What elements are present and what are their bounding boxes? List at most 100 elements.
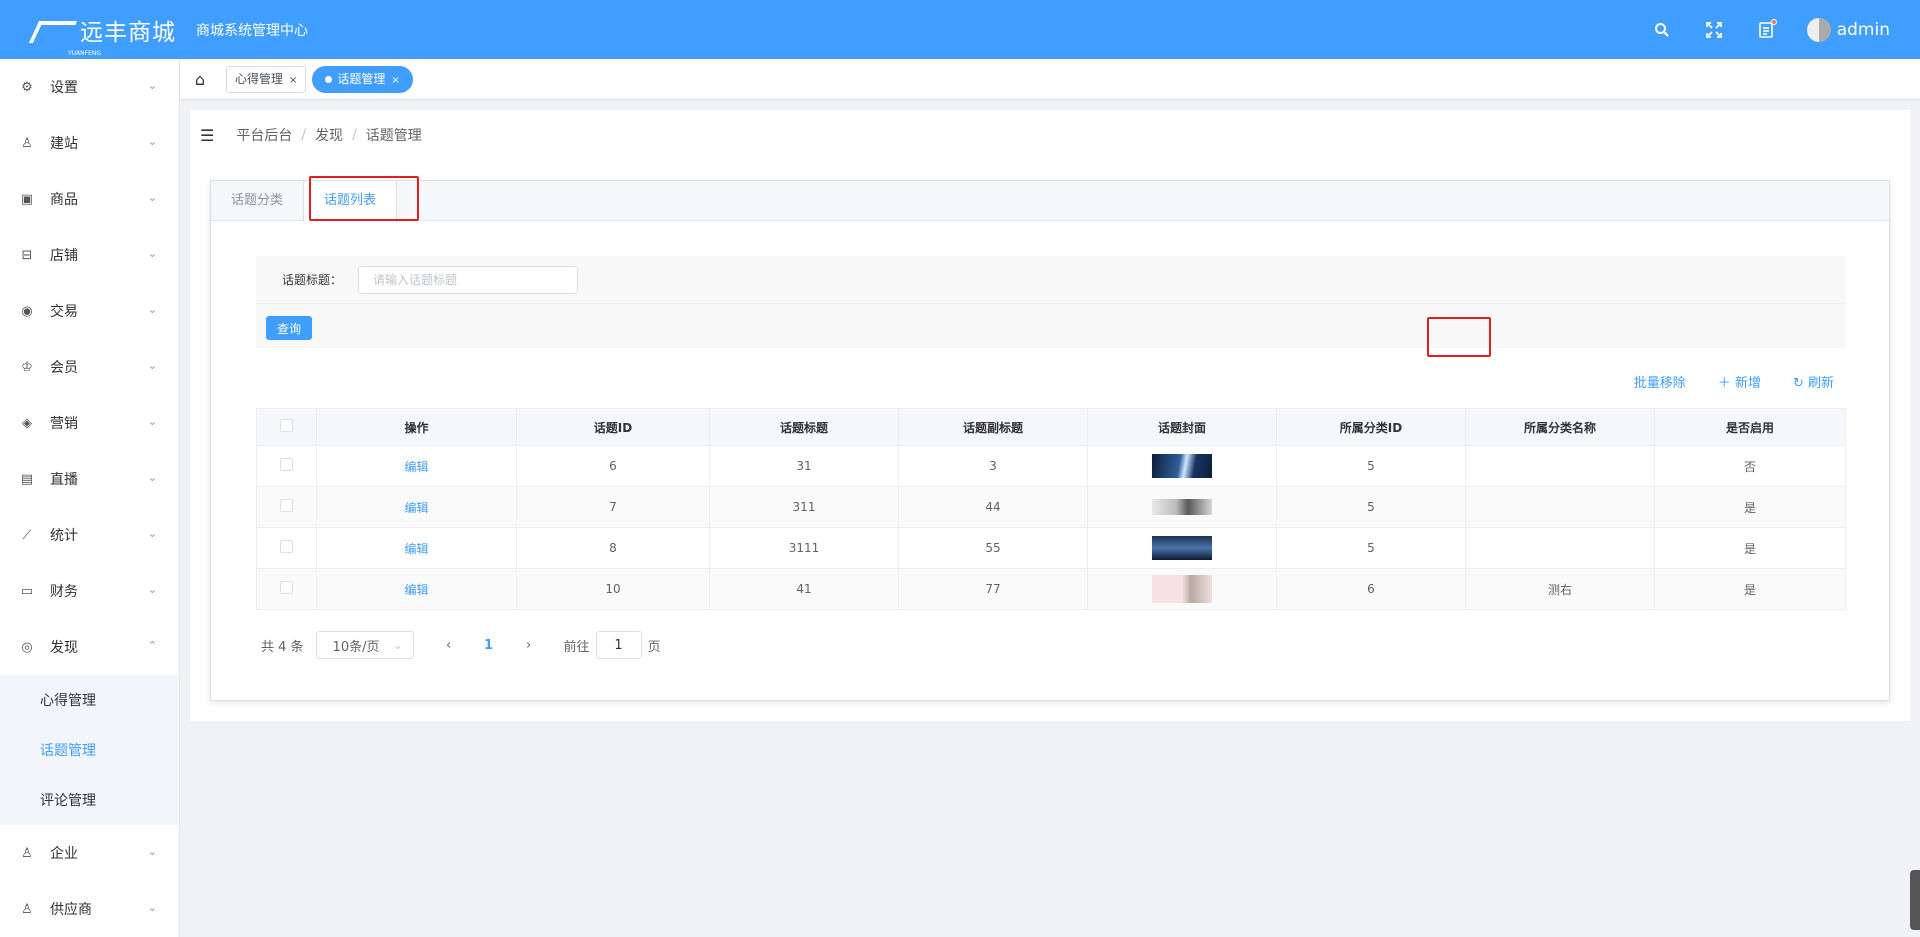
close-icon[interactable]: ×: [289, 75, 297, 86]
topic-title-input[interactable]: [358, 265, 579, 294]
cover-image: [1152, 575, 1212, 603]
id-cell: 10: [516, 568, 710, 610]
sidebar-item-finance[interactable]: ▭ 财务 ⌄: [0, 563, 179, 619]
category-id-cell: 6: [1276, 568, 1466, 610]
prev-page-icon[interactable]: ‹: [434, 638, 464, 653]
breadcrumb-item-current: 话题管理: [365, 128, 422, 144]
next-page-icon[interactable]: ›: [514, 638, 544, 653]
supplier-icon: ♙: [21, 901, 33, 917]
topic-table: 操作 话题ID 话题标题 话题副标题 话题封面 所属分类ID 所属分类名称 是否…: [256, 408, 1846, 610]
highlight-box-tab: [309, 176, 419, 221]
sidebar-item-member[interactable]: ♔ 会员 ⌄: [0, 339, 179, 395]
category-name-cell: [1465, 486, 1655, 528]
enabled-cell: 是: [1654, 568, 1846, 610]
sidebar-item-label: 发现: [50, 640, 78, 656]
row-checkbox[interactable]: [280, 458, 293, 471]
sidebar-subitem-experience[interactable]: 心得管理: [0, 675, 179, 725]
table-row: 编辑 7 311 44 5 是: [256, 486, 1846, 528]
cover-cell: [1087, 527, 1277, 569]
column-header: 话题副标题: [898, 408, 1088, 446]
notification-icon[interactable]: [1755, 18, 1777, 41]
search-icon[interactable]: [1651, 19, 1673, 41]
edit-link[interactable]: 编辑: [404, 583, 428, 597]
chevron-down-icon: ⌄: [147, 583, 157, 596]
sidebar-item-company[interactable]: ♙ 企业 ⌄: [0, 825, 179, 881]
tab-experience[interactable]: 心得管理 ×: [226, 65, 307, 93]
goto-prefix: 前往: [563, 639, 590, 655]
sidebar-item-goods[interactable]: ▣ 商品 ⌄: [0, 171, 179, 227]
goto-page-input[interactable]: 1: [595, 631, 642, 659]
tab-topic[interactable]: 话题管理 ×: [312, 65, 413, 93]
sidebar-item-label: 会员: [50, 360, 78, 376]
sidebar-item-supplier[interactable]: ♙ 供应商 ⌄: [0, 881, 179, 937]
column-header: 话题封面: [1087, 408, 1277, 446]
refresh-icon: ↻: [1792, 376, 1808, 391]
main-content: ☰ 平台后台 / 发现 / 话题管理 话题分类 话题列表 话题标题： 查询 批量…: [190, 110, 1910, 721]
page-size-select[interactable]: 10条/页 ⌄: [315, 631, 414, 659]
plus-icon: ＋: [1717, 376, 1735, 391]
chevron-down-icon: ⌄: [147, 471, 157, 484]
live-icon: ▤: [20, 471, 34, 487]
edit-link[interactable]: 编辑: [404, 501, 428, 515]
trade-icon: ◉: [21, 303, 33, 319]
logo-subtext: YUANFENG: [68, 49, 102, 57]
batch-remove-button[interactable]: 批量移除: [1624, 366, 1696, 397]
sidebar-item-discover[interactable]: ◎ 发现 ⌃: [0, 619, 179, 675]
row-checkbox[interactable]: [280, 499, 293, 512]
close-icon[interactable]: ×: [391, 75, 399, 86]
select-all-checkbox[interactable]: [280, 419, 293, 432]
title-cell: 311: [709, 486, 899, 528]
chevron-up-icon: ⌃: [147, 639, 157, 652]
category-id-cell: 5: [1276, 527, 1466, 569]
side-handle[interactable]: [1910, 870, 1920, 930]
row-checkbox[interactable]: [280, 540, 293, 553]
action-cell: 编辑: [316, 527, 517, 569]
sidebar-subitem-topic[interactable]: 话题管理: [0, 725, 179, 775]
edit-link[interactable]: 编辑: [404, 460, 428, 474]
tab-topic-category[interactable]: 话题分类: [211, 181, 303, 221]
edit-link[interactable]: 编辑: [404, 542, 428, 556]
page-number[interactable]: 1: [474, 638, 504, 653]
action-cell: 编辑: [316, 486, 517, 528]
subtitle-cell: 55: [898, 527, 1088, 569]
row-checkbox[interactable]: [280, 581, 293, 594]
column-header: 操作: [316, 408, 517, 446]
chevron-down-icon: ⌄: [147, 901, 157, 914]
cover-image: [1152, 499, 1212, 515]
site-icon: ♙: [21, 135, 33, 151]
goods-icon: ▣: [20, 191, 34, 207]
sidebar-item-live[interactable]: ▤ 直播 ⌄: [0, 451, 179, 507]
chevron-down-icon: ⌄: [147, 247, 157, 260]
query-button[interactable]: 查询: [266, 316, 312, 340]
breadcrumb-item[interactable]: 平台后台: [236, 125, 292, 145]
home-icon[interactable]: ⌂: [180, 70, 220, 89]
search-label: 话题标题：: [282, 273, 343, 287]
action-cell: 编辑: [316, 568, 517, 610]
sidebar-item-stats[interactable]: ⟋ 统计 ⌄: [0, 507, 179, 563]
sidebar-item-trade[interactable]: ◉ 交易 ⌄: [0, 283, 179, 339]
fullscreen-icon[interactable]: [1703, 19, 1725, 41]
column-header: 话题标题: [709, 408, 899, 446]
category-name-cell: [1465, 445, 1655, 487]
member-icon: ♔: [21, 359, 33, 375]
cover-cell: [1087, 568, 1277, 610]
sidebar-item-label: 供应商: [50, 902, 92, 918]
user-menu[interactable]: admin: [1806, 17, 1890, 42]
sidebar-subitem-comment[interactable]: 评论管理: [0, 775, 179, 825]
compass-icon: ◎: [21, 639, 33, 655]
breadcrumb-item[interactable]: 发现: [315, 125, 343, 145]
subtitle-cell: 44: [898, 486, 1088, 528]
refresh-button[interactable]: ↻ 刷新: [1783, 366, 1844, 397]
sidebar-item-settings[interactable]: ⚙ 设置 ⌄: [0, 59, 179, 115]
sidebar-item-site[interactable]: ♙ 建站 ⌄: [0, 115, 179, 171]
sidebar-item-marketing[interactable]: ◈ 营销 ⌄: [0, 395, 179, 451]
add-button[interactable]: ＋ 新增: [1708, 366, 1771, 397]
category-id-cell: 5: [1276, 486, 1466, 528]
cover-image: [1152, 536, 1212, 560]
content-tabs: 话题分类 话题列表: [211, 181, 1889, 222]
id-cell: 7: [516, 486, 710, 528]
collapse-menu-icon[interactable]: ☰: [200, 126, 214, 145]
sidebar-item-store[interactable]: ⊟ 店铺 ⌄: [0, 227, 179, 283]
sidebar-item-label: 店铺: [50, 248, 78, 264]
chevron-down-icon: ⌄: [147, 79, 157, 92]
